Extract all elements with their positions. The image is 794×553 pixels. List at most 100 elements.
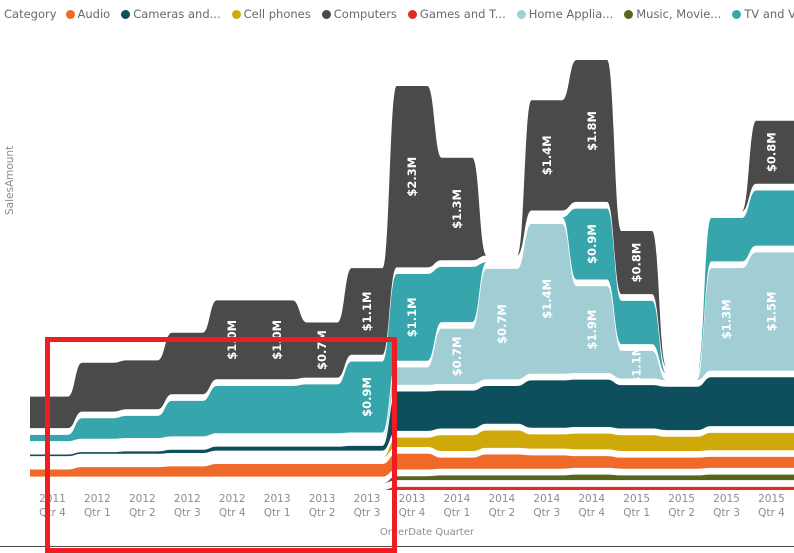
x-tick-quarter: Qtr 2: [488, 507, 516, 519]
legend-label-games: Games and T...: [419, 7, 506, 21]
legend-swatch-audio: [65, 9, 75, 19]
x-tick-year: 2015: [668, 493, 695, 505]
x-tick-quarter: Qtr 3: [533, 507, 561, 519]
x-axis-tick[interactable]: 2015 Qtr 4: [749, 492, 794, 532]
legend-item-audio[interactable]: Audio: [65, 7, 111, 21]
x-tick-year: 2012: [84, 493, 111, 505]
legend-item-cell-phones[interactable]: Cell phones: [231, 7, 311, 21]
x-axis-tick[interactable]: 2013 Qtr 2: [300, 492, 345, 532]
legend-label-computers: Computers: [333, 7, 397, 21]
data-label: $1.1M: [630, 345, 644, 385]
legend-item-home-appliances[interactable]: Home Applia...: [516, 7, 614, 21]
data-label: $0.8M: [765, 132, 779, 172]
x-tick-year: 2015: [713, 493, 740, 505]
x-tick-year: 2012: [128, 493, 156, 505]
legend-item-cameras[interactable]: Cameras and...: [121, 7, 221, 21]
x-tick-year: 2014: [443, 493, 471, 505]
data-label: $1.9M: [585, 310, 599, 350]
x-tick-year: 2011: [39, 493, 66, 505]
data-label: $1.1M: [360, 292, 374, 332]
stream-band[interactable]: [30, 453, 794, 477]
data-label: $1.0M: [225, 320, 239, 360]
x-tick-year: 2013: [353, 493, 381, 505]
x-axis-title: OrderDate Quarter: [379, 527, 474, 538]
x-tick-quarter: Qtr 4: [39, 507, 66, 519]
data-label: $0.7M: [495, 304, 509, 344]
x-tick-quarter: Qtr 1: [623, 507, 651, 519]
data-label: $1.0M: [270, 320, 284, 360]
legend-label-cameras: Cameras and...: [133, 7, 221, 21]
legend-swatch-computers: [321, 9, 331, 19]
x-tick-year: 2014: [578, 493, 606, 505]
x-axis-tick[interactable]: 2015 Qtr 3: [704, 492, 749, 532]
x-axis-tick[interactable]: 2015 Qtr 2: [659, 492, 704, 532]
data-label: $1.3M: [720, 299, 734, 339]
x-tick-quarter: Qtr 2: [128, 507, 156, 519]
data-label: $2.3M: [405, 157, 419, 197]
streamgraph[interactable]: $1.0M $1.0M $0.7M $1.1M $0.9M $1.1M $2.3M $1.3M…: [0, 28, 794, 498]
x-tick-year: 2013: [308, 493, 336, 505]
x-tick-quarter: Qtr 1: [443, 507, 471, 519]
x-axis-tick[interactable]: 2013 Qtr 1: [255, 492, 300, 532]
x-axis-tick[interactable]: 2012 Qtr 2: [120, 492, 165, 532]
stream-band[interactable]: [30, 486, 794, 490]
x-tick-quarter: Qtr 2: [308, 507, 336, 519]
legend-swatch-music-movies: [624, 9, 634, 19]
x-tick-year: 2015: [623, 493, 651, 505]
x-axis-tick[interactable]: 2014 Qtr 3: [524, 492, 569, 532]
x-tick-quarter: Qtr 4: [578, 507, 606, 519]
x-axis-tick[interactable]: 2012 Qtr 4: [210, 492, 255, 532]
legend-item-tv-and-video[interactable]: TV and Video: [732, 7, 794, 21]
x-tick-year: 2013: [263, 493, 291, 505]
x-tick-quarter: Qtr 4: [218, 507, 246, 519]
y-axis-title: SalesAmount: [4, 145, 16, 215]
x-tick-quarter: Qtr 3: [353, 507, 381, 519]
x-axis-tick[interactable]: 2014 Qtr 2: [479, 492, 524, 532]
data-label: $0.7M: [450, 336, 464, 376]
data-label: $0.9M: [585, 224, 599, 264]
data-label: $0.7M: [315, 330, 329, 370]
data-label: $1.5M: [765, 292, 779, 332]
x-tick-quarter: Qtr 1: [263, 507, 291, 519]
legend-label-audio: Audio: [77, 7, 111, 21]
x-tick-quarter: Qtr 3: [173, 507, 201, 519]
x-axis-tick[interactable]: 2013 Qtr 3: [345, 492, 390, 532]
legend-swatch-tv-and-video: [732, 9, 742, 19]
x-axis-tick[interactable]: 2011 Qtr 4: [30, 492, 75, 532]
data-label: $1.4M: [540, 279, 554, 319]
data-label: $0.8M: [630, 243, 644, 283]
legend-item-music-movies[interactable]: Music, Movie...: [624, 7, 721, 21]
x-tick-quarter: Qtr 3: [713, 507, 740, 519]
legend-item-games[interactable]: Games and T...: [407, 7, 506, 21]
axis-baseline: [0, 546, 794, 547]
legend: Category Audio Cameras and... Cell phone…: [0, 0, 794, 28]
x-tick-quarter: Qtr 2: [668, 507, 695, 519]
x-tick-quarter: Qtr 4: [758, 507, 785, 519]
legend-item-computers[interactable]: Computers: [321, 7, 397, 21]
legend-label-cell-phones: Cell phones: [243, 7, 311, 21]
x-axis-tick[interactable]: 2014 Qtr 4: [569, 492, 614, 532]
legend-label-home-appliances: Home Applia...: [528, 7, 614, 21]
legend-title: Category: [4, 7, 57, 21]
chart-plot-area[interactable]: $1.0M $1.0M $0.7M $1.1M $0.9M $1.1M $2.3M $1.3M…: [0, 28, 794, 553]
x-tick-year: 2014: [533, 493, 561, 505]
data-label: $1.8M: [585, 111, 599, 151]
x-axis-tick[interactable]: 2014 Qtr 1: [434, 492, 479, 532]
data-label: $0.9M: [360, 377, 374, 417]
data-label: $1.3M: [450, 189, 464, 229]
x-tick-year: 2012: [218, 493, 246, 505]
legend-label-music-movies: Music, Movie...: [636, 7, 722, 21]
x-axis: 2011 Qtr 4 2012 Qtr 1 2012 Qtr 2 2012 Qtr 3 2012…: [30, 492, 794, 532]
x-tick-year: 2012: [173, 493, 201, 505]
x-axis-tick[interactable]: 2012 Qtr 1: [75, 492, 120, 532]
legend-swatch-games: [407, 9, 417, 19]
x-axis-tick[interactable]: 2013 Qtr 4: [390, 492, 435, 532]
x-tick-year: 2013: [398, 493, 426, 505]
x-tick-quarter: Qtr 1: [84, 507, 111, 519]
data-label: $1.4M: [540, 135, 554, 175]
legend-swatch-cell-phones: [231, 9, 241, 19]
data-label: $1.1M: [405, 297, 419, 337]
x-axis-tick[interactable]: 2012 Qtr 3: [165, 492, 210, 532]
x-axis-tick[interactable]: 2015 Qtr 1: [614, 492, 659, 532]
x-tick-quarter: Qtr 4: [398, 507, 426, 519]
